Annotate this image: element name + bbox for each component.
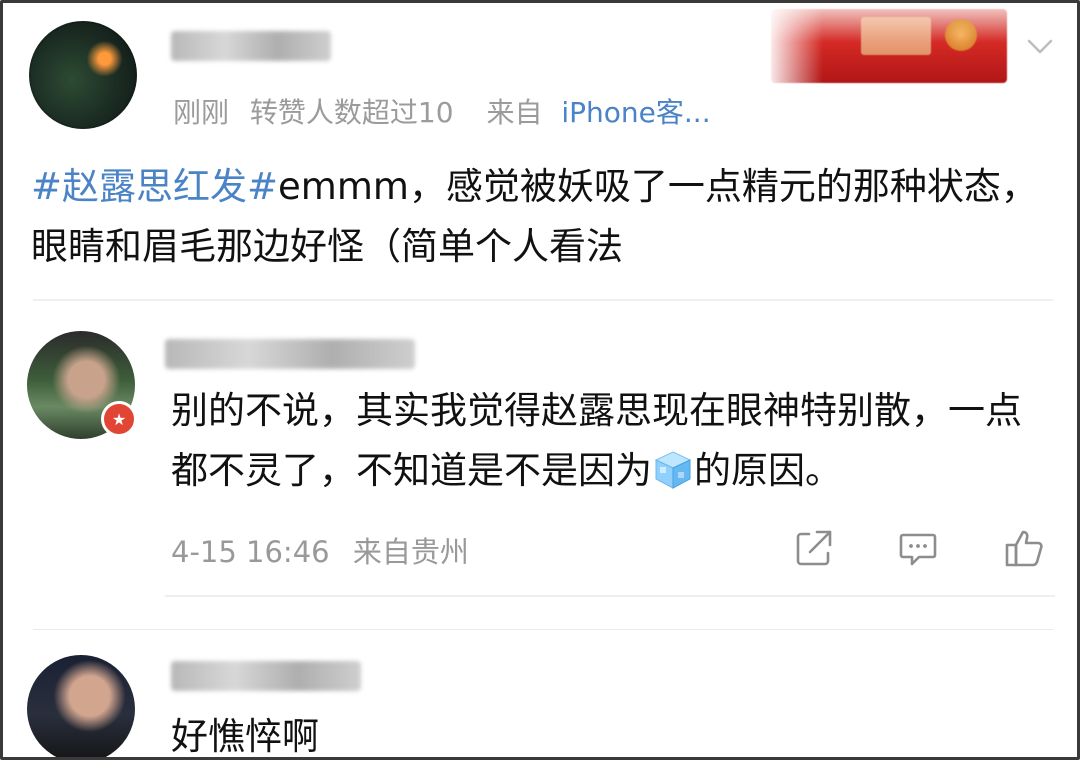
ice-cube-icon bbox=[654, 451, 692, 489]
post-from-label: 来自 bbox=[486, 96, 543, 129]
chevron-down-icon[interactable] bbox=[1025, 31, 1055, 61]
post-author-avatar[interactable] bbox=[29, 21, 137, 129]
post-meta: 刚刚 转赞人数超过10 来自 iPhone客... bbox=[173, 91, 711, 131]
divider bbox=[165, 595, 1055, 597]
post-body: #赵露思红发#emmm，感觉被妖吸了一点精元的那种状态，眼睛和眉毛那边好怪（简单… bbox=[31, 157, 1061, 277]
post-source-link[interactable]: iPhone客... bbox=[561, 96, 710, 129]
comment-author-name-blurred[interactable] bbox=[171, 661, 361, 691]
divider bbox=[33, 629, 1053, 630]
comment-text-part-2: 的原因。 bbox=[694, 449, 842, 492]
comment-avatar[interactable] bbox=[27, 655, 135, 757]
verified-badge-icon: ★ bbox=[101, 401, 137, 437]
badge-star-glyph: ★ bbox=[111, 409, 127, 429]
comment-location: 来自贵州 bbox=[352, 535, 469, 569]
weibo-post-card: 刚刚 转赞人数超过10 来自 iPhone客... #赵露思红发#emmm，感觉… bbox=[0, 0, 1080, 760]
comment-author-name-blurred[interactable] bbox=[165, 339, 415, 369]
comment-text-part: 别的不说，其实我觉得赵露思现在眼神特别散，一点都不灵了，不知道是不是因为 bbox=[171, 389, 1022, 492]
comment-text: 好憔悴啊 bbox=[171, 715, 319, 758]
comment-time: 4-15 16:46 bbox=[171, 535, 330, 569]
post-author-name-blurred[interactable] bbox=[171, 31, 331, 61]
thumbs-up-icon[interactable] bbox=[1003, 527, 1045, 569]
post-repost-count: 转赞人数超过10 bbox=[249, 96, 454, 129]
comment-meta: 4-15 16:46 来自贵州 bbox=[171, 529, 469, 571]
post-time: 刚刚 bbox=[173, 96, 230, 129]
comment-icon[interactable] bbox=[897, 527, 939, 569]
share-icon[interactable] bbox=[793, 527, 835, 569]
comment-text: 别的不说，其实我觉得赵露思现在眼神特别散，一点都不灵了，不知道是不是因为 的原因… bbox=[171, 381, 1051, 501]
decorative-banner-image bbox=[771, 9, 1007, 83]
divider bbox=[33, 299, 1053, 301]
post-hashtag[interactable]: #赵露思红发# bbox=[31, 165, 278, 208]
